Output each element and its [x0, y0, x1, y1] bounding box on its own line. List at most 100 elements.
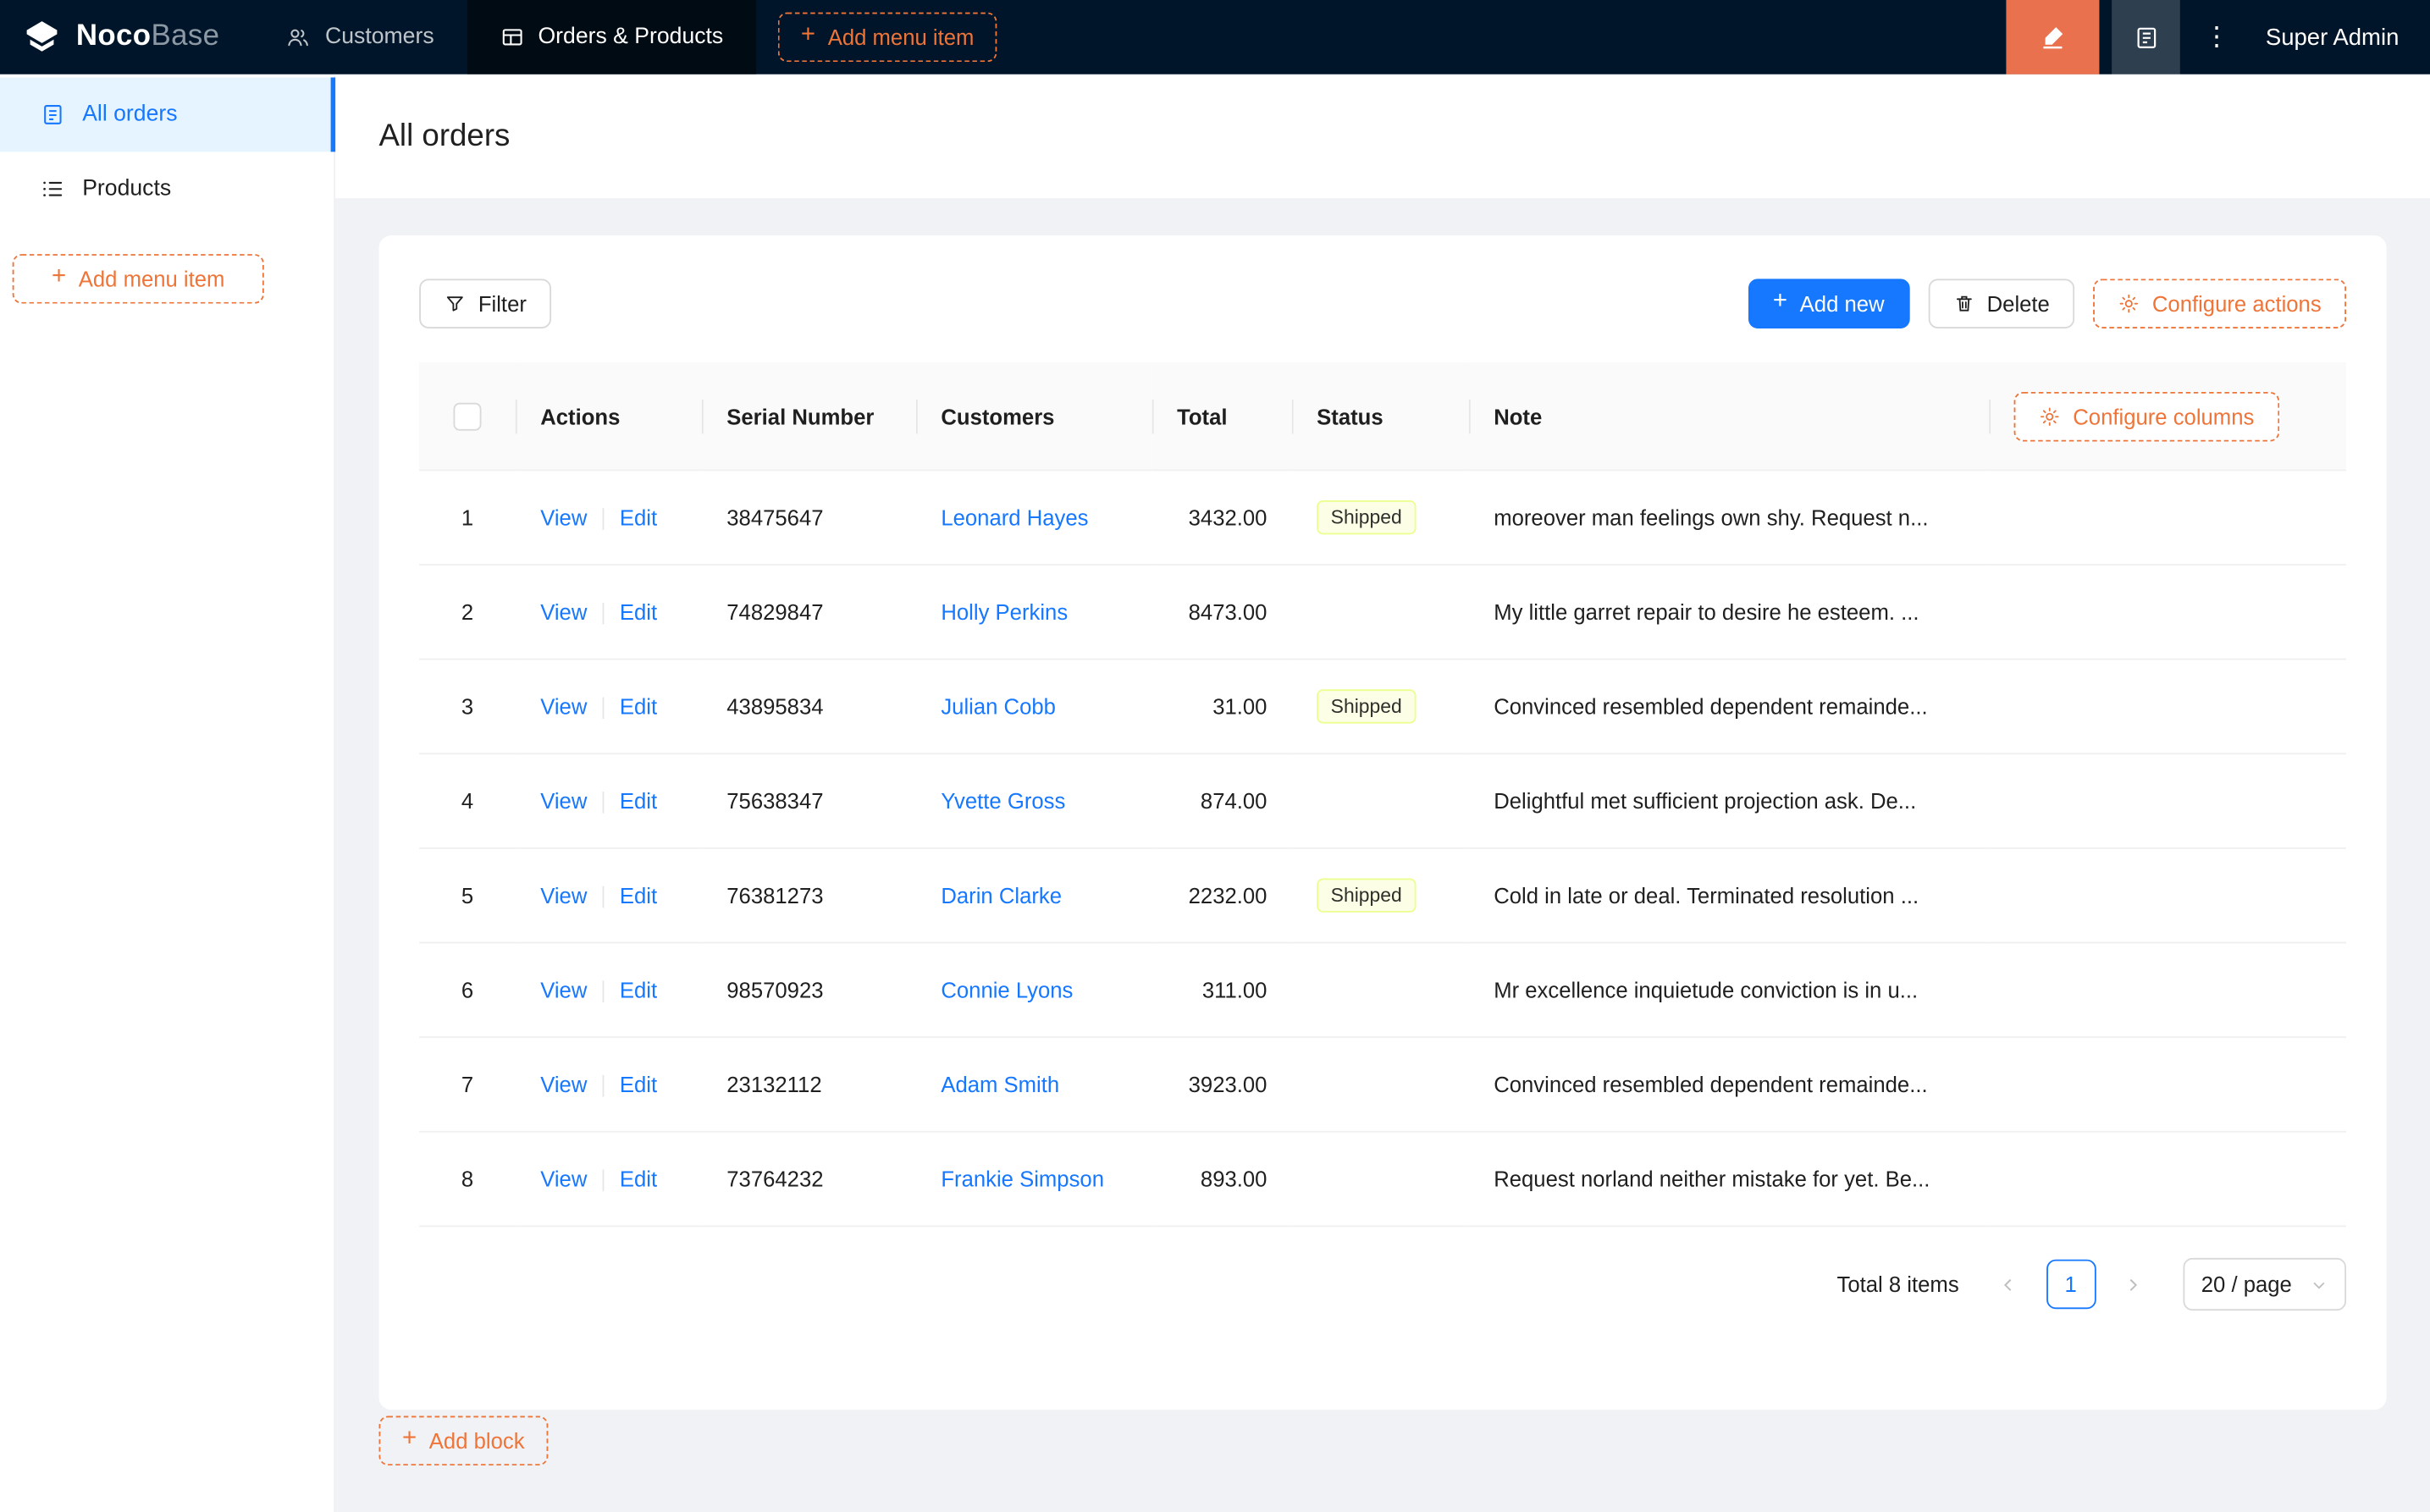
edit-link[interactable]: Edit: [620, 694, 657, 719]
add-block-button[interactable]: + Add block: [378, 1415, 549, 1466]
next-page-button[interactable]: [2108, 1260, 2158, 1310]
serial-number: 98570923: [701, 942, 917, 1039]
page-1-button[interactable]: 1: [2046, 1259, 2096, 1310]
customer-link[interactable]: Holly Perkins: [941, 599, 1068, 624]
note-text: Cold in late or deal. Terminated resolut…: [1468, 847, 1990, 944]
edit-link[interactable]: Edit: [620, 1167, 657, 1191]
col-header-actions: Actions: [515, 362, 702, 472]
nav-orders-products[interactable]: Orders & Products: [467, 0, 756, 74]
view-link[interactable]: View: [540, 1072, 587, 1096]
filter-button[interactable]: Filter: [419, 279, 552, 328]
page-header: All orders: [335, 74, 2430, 199]
customer-link[interactable]: Adam Smith: [941, 1072, 1059, 1096]
customer-link[interactable]: Connie Lyons: [941, 978, 1073, 1002]
add-menu-item-label: Add menu item: [827, 25, 975, 50]
ui-editor-button[interactable]: [2006, 0, 2100, 74]
note-text: Delightful met sufficient projection ask…: [1468, 753, 1990, 849]
prev-page-button[interactable]: [1984, 1260, 2034, 1310]
note-text: Convinced resembled dependent remainde..…: [1468, 659, 1990, 755]
status-badge: Shipped: [1317, 689, 1417, 724]
form-icon: [41, 102, 65, 127]
plugin-settings-button[interactable]: [2112, 0, 2180, 74]
sidebar-item-products[interactable]: Products: [0, 152, 334, 226]
toolbar-right: + Add new Delete Configure actions: [1748, 279, 2347, 328]
view-link[interactable]: View: [540, 505, 587, 529]
edit-link[interactable]: Edit: [620, 788, 657, 813]
table-row: 2 View Edit 74829847 Holly Perkins 8473.0…: [419, 564, 2347, 660]
page-size-value: 20 / page: [2201, 1272, 2292, 1297]
edit-link[interactable]: Edit: [620, 505, 657, 529]
total-value: 874.00: [1151, 753, 1292, 849]
serial-number: 73764232: [701, 1131, 917, 1228]
customer-link[interactable]: Julian Cobb: [941, 694, 1056, 719]
select-all-checkbox[interactable]: [453, 402, 482, 431]
more-options-button[interactable]: ⋮: [2180, 0, 2253, 74]
table-header-row: Actions Serial Number Customers Total St…: [419, 362, 2347, 472]
add-menu-item-sidebar-button[interactable]: + Add menu item: [12, 254, 264, 304]
link-divider: [602, 792, 605, 814]
configure-columns-button[interactable]: Configure columns: [2013, 391, 2279, 441]
edit-link[interactable]: Edit: [620, 977, 657, 1002]
customer-link[interactable]: Yvette Gross: [941, 788, 1065, 813]
sidebar-item-label: All orders: [82, 102, 178, 128]
sidebar-item-label: Products: [82, 176, 172, 201]
serial-number: 76381273: [701, 847, 917, 944]
view-link[interactable]: View: [540, 883, 587, 908]
panel-icon: [2133, 24, 2159, 50]
main: All orders Filter + Add new Delete Confi…: [335, 74, 2430, 1512]
delete-label: Delete: [1986, 291, 2050, 317]
row-index: 2: [461, 599, 474, 625]
configure-actions-button[interactable]: Configure actions: [2093, 279, 2347, 328]
app: NocoBase Customers Orders & Products + A…: [0, 0, 2430, 1512]
row-index: 4: [461, 788, 474, 814]
nocobase-logo[interactable]: NocoBase: [0, 17, 254, 58]
view-link[interactable]: View: [540, 977, 587, 1002]
add-menu-item-topbar-button[interactable]: + Add menu item: [777, 12, 997, 63]
sidebar: All orders Products + Add menu item: [0, 74, 336, 1512]
edit-link[interactable]: Edit: [620, 599, 657, 624]
nav-orders-products-label: Orders & Products: [538, 25, 724, 50]
view-link[interactable]: View: [540, 1167, 587, 1191]
plus-icon: +: [1772, 288, 1787, 315]
sidebar-item-all-orders[interactable]: All orders: [0, 77, 336, 152]
col-header-serial: Serial Number: [701, 362, 917, 472]
total-value: 8473.00: [1151, 564, 1292, 660]
page-size-select[interactable]: 20 / page: [2182, 1257, 2347, 1311]
edit-link[interactable]: Edit: [620, 883, 657, 908]
serial-number: 23132112: [701, 1037, 917, 1133]
pagination: Total 8 items 1 20 / page: [419, 1257, 2347, 1311]
add-new-label: Add new: [1799, 291, 1885, 317]
col-header-customers: Customers: [916, 362, 1152, 472]
row-index: 8: [461, 1166, 474, 1192]
plus-icon: +: [401, 1425, 417, 1452]
serial-number: 43895834: [701, 659, 917, 755]
customer-link[interactable]: Frankie Simpson: [941, 1167, 1104, 1191]
col-header-status: Status: [1291, 362, 1469, 472]
link-divider: [602, 980, 605, 1003]
topbar: NocoBase Customers Orders & Products + A…: [0, 0, 2430, 74]
orders-table-body: 1 View Edit 38475647 Leonard Hayes 3432.0…: [419, 470, 2347, 1228]
body: All orders Products + Add menu item All …: [0, 74, 2430, 1512]
link-divider: [602, 508, 605, 531]
total-value: 893.00: [1151, 1131, 1292, 1228]
edit-link[interactable]: Edit: [620, 1072, 657, 1096]
user-menu[interactable]: Super Admin: [2253, 24, 2430, 50]
view-link[interactable]: View: [540, 599, 587, 624]
nocobase-logo-icon: [22, 17, 63, 58]
content: Filter + Add new Delete Configure action…: [335, 198, 2430, 1512]
link-divider: [602, 1169, 605, 1192]
add-new-button[interactable]: + Add new: [1748, 279, 1909, 328]
view-link[interactable]: View: [540, 788, 587, 813]
note-text: Request norland neither mistake for yet.…: [1468, 1131, 1990, 1228]
chevron-left-icon: [2000, 1276, 2017, 1293]
serial-number: 38475647: [701, 470, 917, 566]
delete-button[interactable]: Delete: [1927, 279, 2075, 328]
highlighter-icon: [2039, 23, 2067, 51]
table-icon: [500, 25, 524, 49]
configure-actions-label: Configure actions: [2151, 291, 2322, 317]
nav-customers[interactable]: Customers: [254, 0, 467, 74]
view-link[interactable]: View: [540, 694, 587, 719]
customer-link[interactable]: Darin Clarke: [941, 883, 1062, 908]
total-value: 3923.00: [1151, 1037, 1292, 1133]
customer-link[interactable]: Leonard Hayes: [941, 505, 1088, 530]
